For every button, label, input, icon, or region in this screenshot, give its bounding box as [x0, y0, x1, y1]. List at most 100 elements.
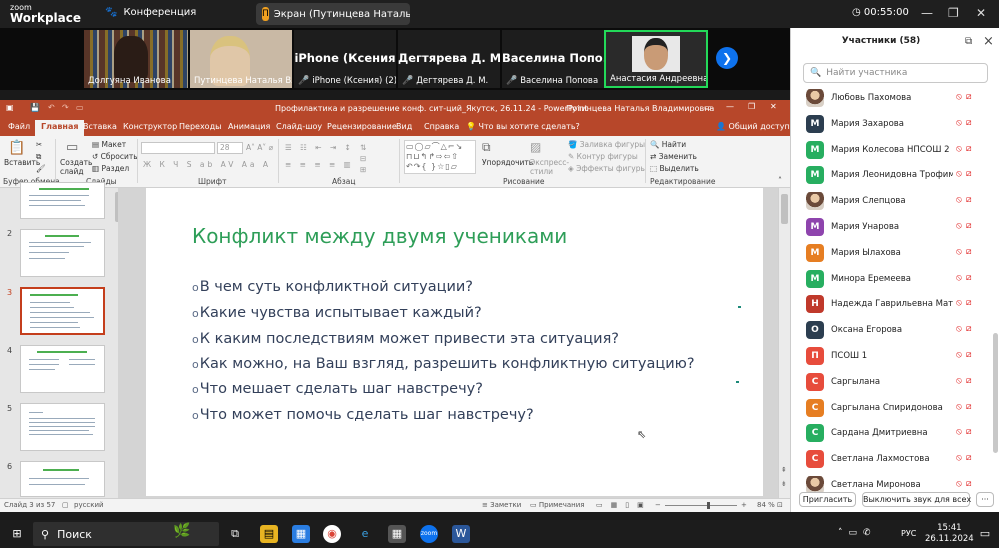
clock[interactable]: 15:41 26.11.2024	[925, 523, 974, 545]
zoom-slider[interactable]	[665, 505, 737, 506]
more-options-button[interactable]: ···	[976, 492, 994, 507]
calculator-icon[interactable]: ▦	[388, 525, 406, 543]
slide-canvas[interactable]: Конфликт между двумя учениками oВ чем су…	[146, 188, 763, 496]
participant-row[interactable]: М Мария Колесова НПСОШ 2 ⦸⧄	[791, 137, 991, 163]
tab-view[interactable]: Вид	[396, 122, 412, 131]
section-button[interactable]: ▥ Раздел	[92, 164, 129, 173]
store-icon[interactable]: ▦	[292, 525, 310, 543]
quick-styles-button[interactable]: Экспресс-стили	[530, 158, 570, 176]
participant-row[interactable]: Любовь Пахомова ⦸⧄	[791, 85, 991, 111]
slide-thumbnail[interactable]	[20, 182, 105, 219]
next-videos-button[interactable]: ❯	[716, 47, 738, 69]
zoom-taskbar-icon[interactable]: zoom	[420, 525, 438, 543]
tab-design[interactable]: Конструктор	[123, 122, 177, 131]
view-buttons[interactable]: ▭▦▯▣	[596, 501, 652, 509]
tab-file[interactable]: Файл	[8, 122, 30, 131]
task-view-icon[interactable]: ⧉	[226, 525, 244, 543]
participant-row[interactable]: Мария Слепцова ⦸⧄	[791, 188, 991, 214]
undo-icon[interactable]: ↶	[48, 103, 55, 112]
participant-scrollbar[interactable]	[993, 333, 998, 453]
participant-row[interactable]: С Саргылана Спиридонова ⦸⧄	[791, 395, 991, 421]
tab-slideshow[interactable]: Слайд-шоу	[276, 122, 322, 131]
slide-scrollbar[interactable]: ⇞ ⇟	[778, 188, 790, 498]
smartart-icon[interactable]: ⊞	[360, 165, 366, 174]
text-direction-icon[interactable]: ⇅	[360, 143, 366, 152]
ppt-close-icon[interactable]: ✕	[770, 102, 777, 111]
slide-thumbnail[interactable]	[20, 403, 105, 451]
notifications-icon[interactable]: ▭	[976, 525, 994, 543]
video-tile-active-speaker[interactable]: Анастасия Андреевна	[604, 30, 708, 88]
tab-help[interactable]: Справка	[424, 122, 459, 131]
video-tile[interactable]: Путинцева Наталья Влад...	[190, 30, 292, 88]
ppt-minimize-icon[interactable]: —	[726, 102, 734, 111]
chrome-icon[interactable]: ◉	[323, 525, 341, 543]
video-tile[interactable]: iPhone (Ксения 🎤 iPhone (Ксения) (2)	[294, 30, 396, 88]
list-icons[interactable]: ☰ ☷ ⇤ ⇥ ↕	[285, 143, 354, 152]
slide-bullet[interactable]: o Что мешает сделать шаг навстречу?	[192, 381, 483, 397]
zoom-out-icon[interactable]: −	[655, 501, 661, 509]
video-tile[interactable]: Дегтярева Д. М. 🎤 Дегтярева Д. М.	[398, 30, 500, 88]
share-button[interactable]: 👤 Общий доступ	[716, 122, 790, 131]
tell-me-search[interactable]: 💡 Что вы хотите сделать?	[466, 122, 580, 131]
slide-thumbnail-selected[interactable]	[20, 287, 105, 335]
format-painter-icon[interactable]: 🖌	[36, 164, 46, 173]
comments-button[interactable]: ▭ Примечания	[530, 501, 584, 509]
participant-row[interactable]: П ПСОШ 1 ⦸⧄	[791, 343, 991, 369]
cut-icon[interactable]: ✂	[36, 140, 42, 149]
font-size-select[interactable]: 28	[217, 142, 243, 154]
screen-share-indicator[interactable]: П Экран (Путинцева Наталья Вла ⊙	[256, 3, 410, 25]
layout-button[interactable]: ▤ Макет	[92, 140, 126, 149]
shapes-gallery[interactable]: ▭◯▱⌒△⌐↘ ⊓⊔↰↱⇨⇦⇧ ↶↷{ }☆▯▱	[404, 140, 476, 174]
start-slideshow-icon[interactable]: ▭	[76, 103, 84, 112]
align-icons[interactable]: ≡ ≡ ≡ ≡ ▥	[285, 160, 354, 169]
participant-search-input[interactable]	[826, 68, 977, 78]
mute-all-button[interactable]: Выключить звук для всех	[862, 492, 971, 507]
fit-slide-icon[interactable]: ⊡	[777, 501, 783, 509]
collapse-ribbon-icon[interactable]: ˄	[778, 176, 782, 185]
paste-icon[interactable]: 📋	[8, 140, 25, 156]
arrange-icon[interactable]: ⧉	[482, 140, 491, 155]
tab-insert[interactable]: Вставка	[83, 122, 117, 131]
input-language[interactable]: РУС	[901, 529, 916, 538]
conference-menu[interactable]: 🐾 Конференция	[105, 7, 196, 18]
shape-outline-button[interactable]: ✎ Контур фигуры	[568, 152, 638, 161]
find-button[interactable]: 🔍 Найти	[650, 140, 686, 149]
slide-bullet[interactable]: oК каким последствиям может привести эта…	[192, 331, 619, 347]
slide-bullet[interactable]: oВ чем суть конфликтной ситуации?	[192, 279, 473, 295]
font-grow-icon[interactable]: A˄ A˅ ⌀	[246, 143, 273, 152]
participant-row[interactable]: О Оксана Егорова ⦸⧄	[791, 317, 991, 343]
font-format-icons[interactable]: Ж К Ч S ab AV Aa A	[143, 160, 271, 169]
scroll-thumb[interactable]	[781, 194, 788, 224]
slide-bullet[interactable]: o Какие чувства испытывает каждый?	[192, 305, 482, 321]
paste-button[interactable]: Вставить	[4, 158, 40, 167]
participant-row[interactable]: М Мария Ылахова ⦸⧄	[791, 240, 991, 266]
windows-start-icon[interactable]: ⊞	[8, 525, 26, 543]
shape-fill-button[interactable]: 🪣 Заливка фигуры	[568, 140, 645, 149]
internet-explorer-icon[interactable]: e	[356, 525, 374, 543]
tab-review[interactable]: Рецензирование	[327, 122, 397, 131]
select-button[interactable]: ⬚ Выделить	[650, 164, 699, 173]
participant-row[interactable]: С Саргылана ⦸⧄	[791, 369, 991, 395]
participant-row[interactable]: С Светлана Лахмостова ⦸⧄	[791, 446, 991, 472]
slide-thumbnail[interactable]	[20, 345, 105, 393]
shape-effects-button[interactable]: ◈ Эффекты фигуры	[568, 164, 646, 173]
word-icon[interactable]: W	[452, 525, 470, 543]
save-icon[interactable]: 💾	[30, 103, 40, 112]
language-label[interactable]: русский	[74, 501, 104, 509]
zoom-in-icon[interactable]: +	[741, 501, 747, 509]
popout-icon[interactable]: ⧉	[965, 36, 972, 47]
zoom-slider-thumb[interactable]	[707, 502, 710, 509]
video-tile[interactable]: Васелина Попо... 🎤Васелина Попова	[502, 30, 604, 88]
slide-thumbnail[interactable]	[20, 229, 105, 277]
close-icon[interactable]: ✕	[976, 6, 986, 20]
tab-home[interactable]: Главная	[35, 120, 85, 136]
minimize-icon[interactable]: —	[921, 6, 933, 20]
participant-row[interactable]: М Мария Захарова ⦸⧄	[791, 111, 991, 137]
quick-styles-icon[interactable]: ▨	[530, 140, 541, 154]
redo-icon[interactable]: ↷	[62, 103, 69, 112]
reset-button[interactable]: ↺ Сбросить	[92, 152, 138, 161]
video-tile[interactable]: Долгуяна Иванова	[84, 30, 188, 88]
zoom-percent[interactable]: 84 %	[757, 501, 775, 509]
slide-bullet[interactable]: o Как можно, на Ваш взгляд, разрешить кон…	[192, 356, 695, 372]
participant-row[interactable]: С Сардана Дмитриевна ⦸⧄	[791, 420, 991, 446]
